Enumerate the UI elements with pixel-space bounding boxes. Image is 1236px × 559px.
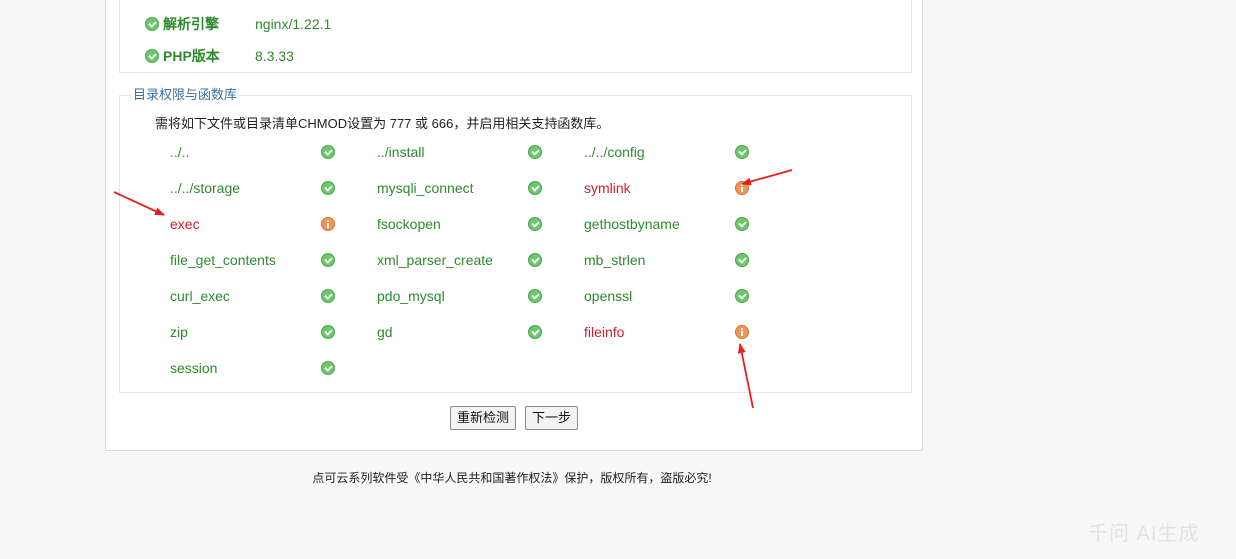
env-label: 解析引擎 — [163, 16, 219, 32]
check-icon — [145, 17, 159, 31]
check-icon — [735, 145, 749, 159]
check-icon — [321, 253, 335, 267]
permission-item-name: zip — [170, 324, 188, 340]
check-icon — [321, 325, 335, 339]
permission-item-name: fileinfo — [584, 324, 625, 340]
permission-item-name: file_get_contents — [170, 252, 276, 268]
env-label: PHP版本 — [163, 48, 220, 64]
permission-item-name: openssl — [584, 288, 633, 304]
env-value: 8.3.33 — [255, 48, 294, 64]
check-icon — [528, 325, 542, 339]
install-panel: 解析引擎 nginx/1.22.1 PHP版本 8.3.33 目录权限与函数库 … — [105, 0, 923, 451]
permission-item-name: mb_strlen — [584, 252, 646, 268]
permission-item-name: fsockopen — [377, 216, 441, 232]
check-icon — [528, 145, 542, 159]
check-icon — [321, 181, 335, 195]
check-icon — [528, 253, 542, 267]
permission-item-name: curl_exec — [170, 288, 230, 304]
permissions-description: 需将如下文件或目录清单CHMOD设置为 777 或 666，并启用相关支持函数库… — [155, 116, 610, 131]
check-icon — [321, 145, 335, 159]
env-row-engine: 解析引擎 nginx/1.22.1 — [145, 14, 331, 34]
permission-item-name: gethostbyname — [584, 216, 680, 232]
check-icon — [528, 289, 542, 303]
permission-item-name: xml_parser_create — [377, 252, 493, 268]
permission-item-name: gd — [377, 324, 393, 340]
warning-icon — [321, 217, 335, 231]
permission-item-name: ../../config — [584, 144, 645, 160]
permission-item-name: mysqli_connect — [377, 180, 474, 196]
check-icon — [145, 49, 159, 63]
environment-box: 解析引擎 nginx/1.22.1 PHP版本 8.3.33 — [119, 0, 912, 73]
permission-item-name: ../install — [377, 144, 425, 160]
warning-icon — [735, 325, 749, 339]
watermark-text: 千问 AI生成 — [1088, 523, 1200, 545]
check-icon — [321, 289, 335, 303]
permission-item-name: ../../storage — [170, 180, 241, 196]
permissions-box — [119, 95, 912, 393]
check-icon — [735, 217, 749, 231]
permission-item-name: symlink — [584, 180, 631, 196]
recheck-button[interactable]: 重新检测 — [450, 406, 517, 430]
permissions-title: 目录权限与函数库 — [131, 87, 240, 103]
next-step-button[interactable]: 下一步 — [525, 406, 579, 430]
check-icon — [735, 253, 749, 267]
permission-item-name: session — [170, 360, 218, 376]
check-icon — [321, 361, 335, 375]
env-value: nginx/1.22.1 — [255, 16, 332, 32]
check-icon — [528, 181, 542, 195]
env-row-php: PHP版本 8.3.33 — [145, 46, 294, 66]
check-icon — [528, 217, 542, 231]
permission-item-name: exec — [170, 216, 200, 232]
check-icon — [735, 289, 749, 303]
permission-item-name: ../.. — [170, 144, 190, 160]
permission-item-name: pdo_mysql — [377, 288, 445, 304]
warning-icon — [735, 181, 749, 195]
copyright-footer: 点可云系列软件受《中华人民共和国著作权法》保护，版权所有，盗版必究! — [312, 471, 712, 485]
